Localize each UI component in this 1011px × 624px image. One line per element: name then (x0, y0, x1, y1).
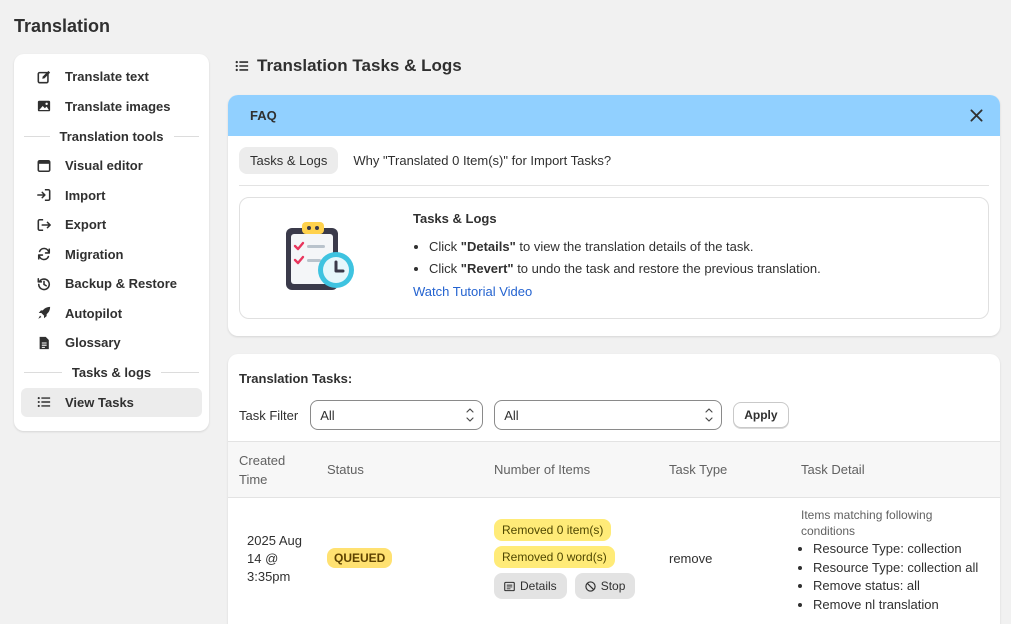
status-badge: QUEUED (327, 548, 393, 568)
close-icon[interactable] (966, 106, 986, 126)
faq-content-panel: Tasks & Logs Click "Details" to view the… (239, 197, 989, 319)
section-header-tasks-logs: Tasks & logs (24, 358, 199, 388)
table-row: 2025 Aug 14 @ 3:35pm QUEUED Removed 0 it… (228, 498, 1000, 623)
sidebar-item-import[interactable]: Import (21, 181, 202, 211)
task-filter-label: Task Filter (239, 407, 299, 423)
column-header-created-time: Created Time (239, 453, 286, 487)
sidebar-item-backup-restore[interactable]: Backup & Restore (21, 269, 202, 299)
sidebar-item-label: View Tasks (65, 394, 134, 410)
task-detail-cell: Items matching following conditions Reso… (801, 507, 978, 614)
removed-words-badge: Removed 0 word(s) (494, 546, 615, 568)
task-detail-intro: Items matching following conditions (801, 508, 933, 538)
sidebar-item-export[interactable]: Export (21, 210, 202, 240)
task-type-cell: remove (669, 551, 713, 566)
watch-tutorial-link[interactable]: Watch Tutorial Video (413, 284, 532, 299)
faq-header: FAQ (228, 95, 1000, 136)
sidebar-item-label: Translate text (65, 69, 149, 85)
tab-tasks-logs[interactable]: Tasks & Logs (239, 147, 339, 174)
faq-card: FAQ Tasks & Logs Why "Translated 0 Item(… (228, 95, 1000, 336)
sidebar-item-glossary[interactable]: Glossary (21, 328, 202, 358)
faq-tabs: Tasks & Logs Why "Translated 0 Item(s)" … (239, 136, 989, 186)
sidebar-item-migration[interactable]: Migration (21, 240, 202, 270)
column-header-status: Status (327, 462, 364, 477)
list-item: Remove status: all (813, 577, 978, 596)
document-icon (37, 336, 51, 350)
sidebar: Translate text Translate images Translat… (14, 54, 209, 431)
sidebar-item-translate-images[interactable]: Translate images (21, 92, 202, 122)
apply-button[interactable]: Apply (733, 402, 789, 428)
column-header-task-detail: Task Detail (801, 462, 865, 477)
details-button[interactable]: Details (494, 573, 567, 599)
rocket-icon (37, 306, 51, 320)
task-filter-select-1[interactable]: All (310, 400, 484, 430)
list-item: Resource Type: collection all (813, 559, 978, 578)
number-of-items-cell: Removed 0 item(s) Removed 0 word(s) Deta… (494, 519, 643, 599)
page-title: Translation Tasks & Logs (235, 56, 462, 76)
column-header-task-type: Task Type (669, 462, 728, 477)
import-icon (37, 188, 51, 202)
faq-bullet-revert: Click "Revert" to undo the task and rest… (429, 258, 821, 280)
faq-content-heading: Tasks & Logs (413, 211, 497, 226)
sidebar-item-label: Backup & Restore (65, 276, 177, 292)
list-item: Remove nl translation (813, 596, 978, 615)
export-icon (37, 218, 51, 232)
tab-translated-zero-items[interactable]: Why "Translated 0 Item(s)" for Import Ta… (342, 147, 622, 174)
list-icon (37, 395, 51, 409)
page-title-text: Translation Tasks & Logs (257, 56, 462, 75)
faq-bullets: Click "Details" to view the translation … (413, 236, 821, 280)
sidebar-item-view-tasks[interactable]: View Tasks (21, 387, 202, 417)
task-filter-row: Task Filter All All Apply (239, 400, 789, 430)
tasks-title: Translation Tasks: (239, 371, 353, 386)
sidebar-item-label: Translate images (65, 98, 171, 114)
history-icon (37, 277, 51, 291)
stop-icon (585, 580, 596, 592)
sidebar-item-autopilot[interactable]: Autopilot (21, 299, 202, 329)
image-icon (37, 99, 51, 113)
refresh-icon (37, 247, 51, 261)
created-time-cell: 2025 Aug 14 @ 3:35pm (247, 533, 302, 584)
app-title: Translation (14, 16, 111, 36)
task-filter-select-2[interactable]: All (494, 400, 723, 430)
tasks-table-header: Created Time Status Number of Items Task… (228, 441, 1000, 498)
sidebar-item-translate-text[interactable]: Translate text (21, 62, 202, 92)
list-item: Resource Type: collection (813, 540, 978, 559)
faq-bullet-details: Click "Details" to view the translation … (429, 236, 821, 258)
browser-window-icon (37, 159, 51, 173)
faq-content: Tasks & Logs Click "Details" to view the… (413, 211, 821, 299)
stop-button[interactable]: Stop (574, 573, 636, 599)
task-detail-list: Resource Type: collection Resource Type:… (801, 540, 978, 614)
sidebar-item-label: Import (65, 187, 106, 203)
faq-title: FAQ (250, 108, 277, 123)
select-chevron-icon (466, 406, 474, 424)
section-header-translation-tools: Translation tools (24, 121, 199, 151)
sidebar-item-label: Migration (65, 246, 124, 262)
sidebar-item-label: Export (65, 217, 107, 233)
list-icon (235, 59, 249, 73)
status-cell: QUEUED (327, 548, 393, 568)
sidebar-item-visual-editor[interactable]: Visual editor (21, 151, 202, 181)
sidebar-item-label: Glossary (65, 335, 121, 351)
details-icon (504, 581, 515, 591)
sidebar-item-label: Visual editor (65, 158, 143, 174)
sidebar-item-label: Autopilot (65, 305, 123, 321)
clipboard-clock-illustration (280, 218, 360, 298)
edit-icon (37, 70, 51, 84)
translation-tasks-card: Translation Tasks: Task Filter All All A… (228, 354, 1000, 624)
removed-items-badge: Removed 0 item(s) (494, 519, 612, 541)
column-header-number-of-items: Number of Items (494, 462, 591, 477)
select-chevron-icon (705, 406, 713, 424)
